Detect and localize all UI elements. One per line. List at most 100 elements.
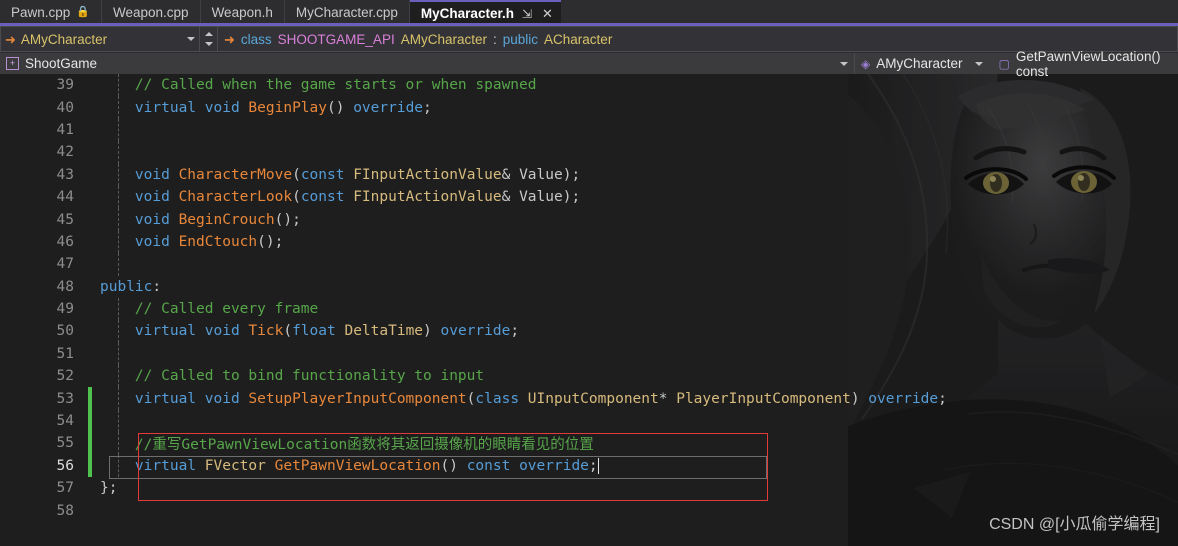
editor-tab-mycharacter-h[interactable]: MyCharacter.h ⇲ ✕ [409,0,561,25]
code-line[interactable]: 51 [0,342,1178,366]
editor-tab-pawn-cpp[interactable]: Pawn.cpp 🔒 [0,0,102,25]
chevron-down-icon[interactable] [204,42,213,46]
code-token: & [501,166,520,183]
close-icon[interactable]: ✕ [540,7,555,20]
tab-label: MyCharacter.cpp [295,5,398,20]
code-token: * [658,390,677,407]
code-token: ); [562,189,581,206]
line-number: 58 [56,502,74,519]
code-line[interactable]: 42 [0,141,1178,164]
indent-guide [118,141,119,164]
code-text: void CharacterLook(const FInputActionVal… [86,189,580,205]
code-line[interactable]: 53 virtual void SetupPlayerInputComponen… [0,387,1178,410]
chevron-down-icon[interactable] [840,61,848,66]
code-line[interactable]: 49 // Called every frame [0,297,1178,321]
indent-guide [118,163,119,186]
code-token: FInputActionValue [353,189,502,206]
change-indicator-bar [88,387,92,410]
code-token: GetPawnViewLocation [274,457,441,474]
code-token: SetupPlayerInputComponent [248,390,467,407]
code-token: virtual [134,323,197,340]
code-token: const [466,457,511,474]
code-token: float [292,323,336,340]
tab-label: MyCharacter.h [420,6,514,21]
navigation-spinner-buttons[interactable] [200,26,218,52]
code-text: virtual void BeginPlay() override; [86,100,432,116]
right-arrow-icon: ➜ [224,31,235,47]
code-line[interactable]: 44 void CharacterLook(const FInputAction… [0,185,1178,209]
code-line[interactable]: 47 [0,253,1178,276]
code-token: Value [519,189,563,206]
code-line[interactable]: 56 virtual FVector GetPawnViewLocation()… [0,454,1178,478]
scope-and-member-dropdown[interactable]: ◈ AMyCharacter ▢ GetPawnViewLocation() c… [855,49,1178,79]
code-line[interactable]: 50 virtual void Tick(float DeltaTime) ov… [0,320,1178,343]
line-number: 44 [56,189,74,206]
code-token: CharacterLook [178,189,293,206]
code-line[interactable]: 41 [0,118,1178,142]
code-line[interactable]: 54 [0,409,1178,433]
editor-tab-mycharacter-cpp[interactable]: MyCharacter.cpp [284,0,410,25]
line-number: 48 [56,278,74,295]
pin-icon[interactable]: ⇲ [520,8,534,20]
line-number: 46 [56,233,74,250]
lock-icon: 🔒 [76,6,90,18]
code-text: virtual void SetupPlayerInputComponent(c… [86,391,947,407]
code-line[interactable]: 45 void BeginCrouch(); [0,208,1178,231]
code-text: public: [86,279,161,295]
code-token: // Called every frame [134,301,319,318]
indent-guide [118,185,119,209]
code-line[interactable]: 55 //重写GetPawnViewLocation函数将其返回摄像机的眼睛看见… [0,432,1178,455]
code-token: // Called when the game starts or when s… [134,77,537,94]
code-token: override [868,390,939,407]
signature-class-name: AMyCharacter [400,31,487,47]
chevron-down-icon[interactable] [187,37,195,41]
line-number: 43 [56,166,74,183]
code-token: () [327,99,345,116]
code-line[interactable]: 40 virtual void BeginPlay() override; [0,96,1178,119]
navigation-bar-row-primary: ➜ AMyCharacter ➜ class SHOOTGAME_API AMy… [0,26,1178,52]
code-token: }; [100,480,118,497]
editor-tab-weapon-cpp[interactable]: Weapon.cpp [102,0,201,25]
code-token: const [300,189,345,206]
code-text: // Called when the game starts or when s… [86,77,537,93]
project-dropdown[interactable]: + ShootGame [0,53,855,74]
indent-guide [118,342,119,366]
code-token: FInputActionValue [353,166,502,183]
code-token: EndCtouch [178,233,258,250]
code-line[interactable]: 48 public: [0,276,1178,298]
editor-tab-bar: Pawn.cpp 🔒 Weapon.cpp Weapon.h MyCharacter.c… [0,0,1178,25]
indent-guide [118,230,119,254]
code-token: // Called to bind functionality to input [134,368,485,385]
line-number: 40 [56,99,74,116]
code-line[interactable]: 46 void EndCtouch(); [0,230,1178,254]
code-token: virtual [134,457,197,474]
line-number: 49 [56,301,74,318]
code-token: CharacterMove [178,166,293,183]
chevron-down-icon[interactable] [974,61,983,66]
code-token: (); [274,211,301,228]
code-line[interactable]: 39 // Called when the game starts or whe… [0,74,1178,97]
code-token: Tick [248,323,284,340]
code-line[interactable]: 52 // Called to bind functionality to in… [0,365,1178,388]
code-editor-surface[interactable]: 39 // Called when the game starts or whe… [0,74,1178,546]
code-line[interactable]: 57}; [0,477,1178,499]
indent-guide [118,297,119,321]
editor-tab-weapon-h[interactable]: Weapon.h [200,0,285,25]
signature-keyword-public: public [502,31,539,47]
line-number: 54 [56,413,74,430]
code-token: //重写GetPawnViewLocation函数将其返回摄像机的眼睛看见的位置 [134,436,594,453]
line-number: 57 [56,480,74,497]
code-line[interactable]: 43 void CharacterMove(const FInputAction… [0,163,1178,186]
code-token: ( [292,166,301,183]
class-scope-dropdown[interactable]: ➜ AMyCharacter [0,26,200,52]
chevron-up-icon[interactable] [204,32,213,36]
